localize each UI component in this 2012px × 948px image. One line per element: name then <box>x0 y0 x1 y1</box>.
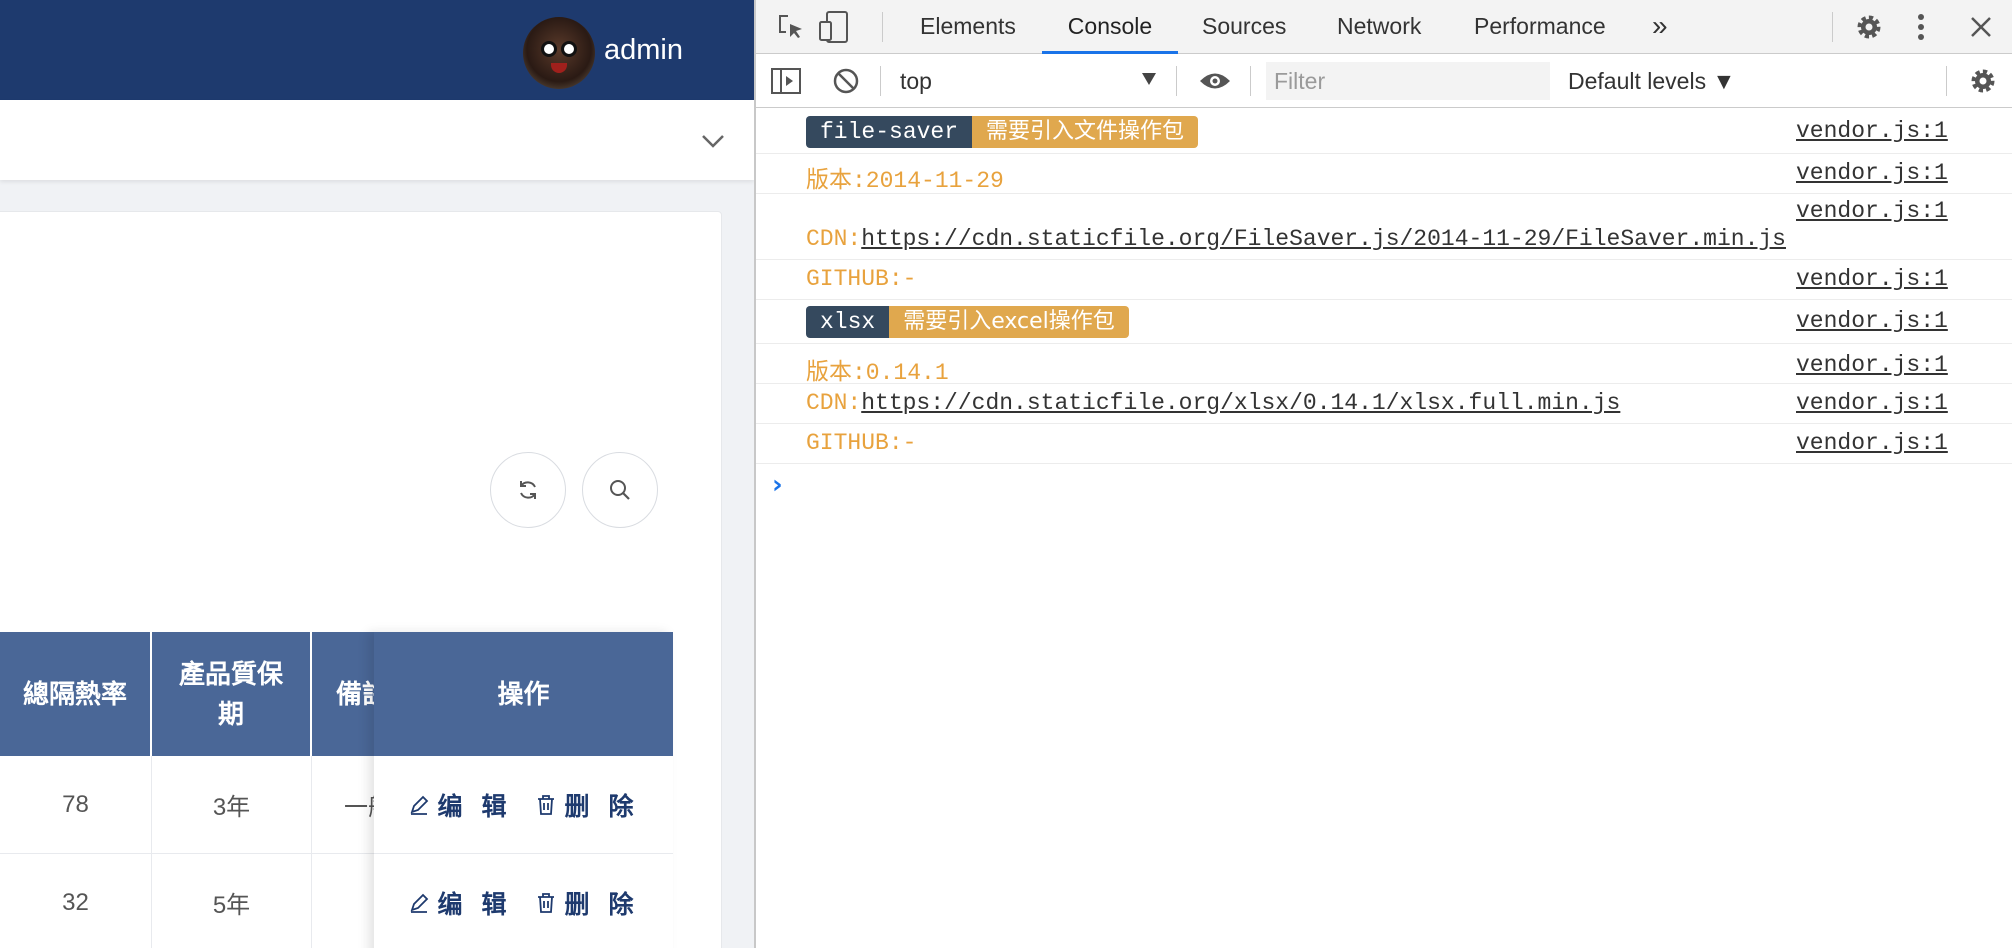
table-cell: 78 <box>0 756 152 854</box>
chevron-down-icon <box>1142 73 1156 85</box>
avatar[interactable] <box>523 17 595 89</box>
log-prefix: CDN: <box>806 226 862 252</box>
edit-button[interactable]: 编 辑 <box>408 885 513 921</box>
username-label[interactable]: admin <box>604 30 683 70</box>
log-tag: 需要引入文件操作包 <box>972 116 1199 148</box>
log-message: CDN:https://cdn.staticfile.org/xlsx/0.14… <box>806 390 1620 416</box>
console-toolbar: top Default levels ▼ <box>756 54 2012 108</box>
console-log-entry: GITHUB:- vendor.js:1 <box>756 260 2012 300</box>
console-prompt[interactable]: › <box>772 470 783 500</box>
avatar-mouth <box>551 63 567 73</box>
console-log-entry: file-saver 需要引入文件操作包 vendor.js:1 <box>756 110 2012 154</box>
tab-console[interactable]: Console <box>1042 0 1178 54</box>
more-tabs-button[interactable]: » <box>1652 0 1668 54</box>
column-header[interactable]: 產品質保期 <box>152 632 312 756</box>
tab-sources[interactable]: Sources <box>1202 0 1286 54</box>
log-tag: 需要引入excel操作包 <box>889 306 1129 338</box>
chevron-down-icon[interactable] <box>700 128 726 154</box>
inspect-element-icon[interactable] <box>776 12 806 42</box>
log-source-link[interactable]: vendor.js:1 <box>1796 352 1948 378</box>
log-source-link[interactable]: vendor.js:1 <box>1796 118 1948 144</box>
console-log-entry: 版本:2014-11-29 vendor.js:1 <box>756 154 2012 194</box>
tab-network[interactable]: Network <box>1337 0 1421 54</box>
log-source-link[interactable]: vendor.js:1 <box>1796 390 1948 416</box>
filter-input[interactable] <box>1266 62 1550 100</box>
separator <box>882 12 883 42</box>
avatar-eye <box>561 41 577 57</box>
eye-icon[interactable] <box>1198 70 1232 92</box>
more-options-icon[interactable] <box>1916 12 1926 42</box>
log-source-link[interactable]: vendor.js:1 <box>1796 198 1948 224</box>
context-selector[interactable]: top <box>900 64 1170 98</box>
log-message: 版本:2014-11-29 <box>806 168 1004 194</box>
devtools-tab-bar: Elements Console Sources Network Perform… <box>756 0 2012 54</box>
table-cell: 3年 <box>152 756 312 854</box>
log-message: 版本:0.14.1 <box>806 360 949 386</box>
separator <box>1250 66 1251 96</box>
devtools-panel: Elements Console Sources Network Perform… <box>754 0 2012 948</box>
tab-elements[interactable]: Elements <box>920 0 1016 54</box>
log-source-link[interactable]: vendor.js:1 <box>1796 266 1948 292</box>
delete-button[interactable]: 删 除 <box>535 885 640 921</box>
refresh-icon <box>520 481 536 499</box>
console-log-entry: 版本:0.14.1 vendor.js:1 <box>756 344 2012 386</box>
separator <box>880 66 881 96</box>
table-cell: 32 <box>0 854 152 948</box>
refresh-button[interactable] <box>490 452 566 528</box>
console-settings-gear-icon[interactable] <box>1968 66 1998 96</box>
console-log-entry: CDN:https://cdn.staticfile.org/xlsx/0.14… <box>756 384 2012 424</box>
clear-console-icon[interactable] <box>832 67 860 95</box>
log-source-link[interactable]: vendor.js:1 <box>1796 430 1948 456</box>
delete-button[interactable]: 删 除 <box>535 787 640 823</box>
log-message: GITHUB:- <box>806 266 917 292</box>
separator <box>1176 66 1177 96</box>
avatar-eye <box>541 41 557 57</box>
separator <box>1832 12 1833 42</box>
console-log-entry: GITHUB:- vendor.js:1 <box>756 424 2012 464</box>
edit-label: 编 辑 <box>437 792 513 821</box>
edit-label: 编 辑 <box>437 890 513 919</box>
log-message: xlsx 需要引入excel操作包 <box>806 306 1129 338</box>
web-app-pane: admin 總隔熱率 產品質保期 備註 78 3年 一般 32 5年 操作 编 … <box>0 0 754 948</box>
log-badge: xlsx <box>806 306 890 338</box>
row-actions: 编 辑 删 除 <box>374 854 673 948</box>
search-button[interactable] <box>582 452 658 528</box>
column-header: 操作 <box>374 632 673 756</box>
log-message: CDN:https://cdn.staticfile.org/FileSaver… <box>806 226 1786 252</box>
log-source-link[interactable]: vendor.js:1 <box>1796 160 1948 186</box>
log-badge: file-saver <box>806 116 973 148</box>
app-header: admin <box>0 0 754 100</box>
search-icon <box>610 480 630 500</box>
gear-icon[interactable] <box>1854 12 1884 42</box>
edit-icon <box>410 795 428 815</box>
trash-icon <box>537 892 554 913</box>
console-log-entry: CDN:https://cdn.staticfile.org/FileSaver… <box>756 194 2012 260</box>
cdn-link[interactable]: https://cdn.staticfile.org/FileSaver.js/… <box>861 226 1786 252</box>
edit-button[interactable]: 编 辑 <box>408 787 513 823</box>
tab-performance[interactable]: Performance <box>1474 0 1606 54</box>
row-actions: 编 辑 删 除 <box>374 756 673 854</box>
delete-label: 删 除 <box>564 890 640 919</box>
tags-view-bar <box>0 100 754 180</box>
separator <box>1946 66 1947 96</box>
console-log-entry: xlsx 需要引入excel操作包 vendor.js:1 <box>756 300 2012 344</box>
trash-icon <box>537 794 554 815</box>
delete-label: 删 除 <box>564 792 640 821</box>
log-message: file-saver 需要引入文件操作包 <box>806 116 1199 148</box>
log-source-link[interactable]: vendor.js:1 <box>1796 308 1948 334</box>
sidebar-toggle-icon[interactable] <box>770 66 802 96</box>
cdn-link[interactable]: https://cdn.staticfile.org/xlsx/0.14.1/x… <box>861 390 1620 416</box>
log-levels-dropdown[interactable]: Default levels ▼ <box>1568 64 1735 98</box>
column-header[interactable]: 總隔熱率 <box>0 632 152 756</box>
fixed-action-column: 操作 编 辑 删 除 编 辑 删 除 <box>374 632 673 948</box>
table-cell: 5年 <box>152 854 312 948</box>
close-icon[interactable] <box>1968 14 1994 40</box>
log-prefix: CDN: <box>806 390 862 416</box>
device-toolbar-icon[interactable] <box>818 10 850 44</box>
edit-icon <box>410 893 428 913</box>
log-message: GITHUB:- <box>806 430 917 456</box>
